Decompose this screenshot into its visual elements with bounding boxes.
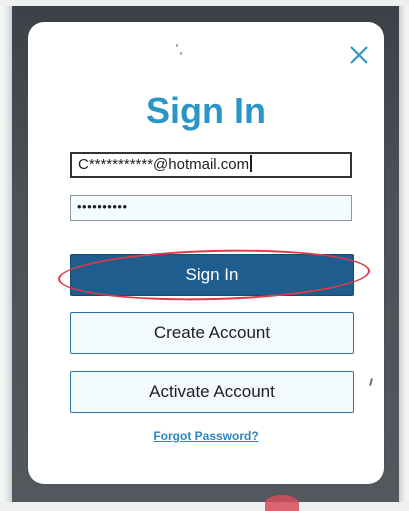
sign-in-dialog: Sign In C***********@hotmail.com •••••••… bbox=[28, 22, 384, 484]
photo-border-right bbox=[399, 0, 409, 502]
email-value: C***********@hotmail.com bbox=[78, 156, 250, 173]
sign-in-button[interactable]: Sign In bbox=[70, 254, 354, 296]
scan-speck bbox=[180, 52, 182, 55]
activate-account-button[interactable]: Activate Account bbox=[70, 371, 354, 413]
annotation-mark bbox=[265, 495, 299, 511]
password-field[interactable]: •••••••••• bbox=[70, 195, 352, 221]
text-caret bbox=[250, 155, 252, 172]
close-icon[interactable] bbox=[348, 44, 370, 66]
scan-mark bbox=[368, 377, 374, 387]
photo-border-top bbox=[0, 0, 409, 6]
create-account-button[interactable]: Create Account bbox=[70, 312, 354, 354]
forgot-password-link[interactable]: Forgot Password? bbox=[28, 429, 384, 443]
scan-speck bbox=[176, 44, 178, 47]
password-value: •••••••••• bbox=[77, 199, 128, 214]
dialog-title: Sign In bbox=[146, 90, 266, 131]
email-field[interactable]: C***********@hotmail.com bbox=[70, 152, 352, 178]
photo-border-left bbox=[0, 0, 12, 502]
